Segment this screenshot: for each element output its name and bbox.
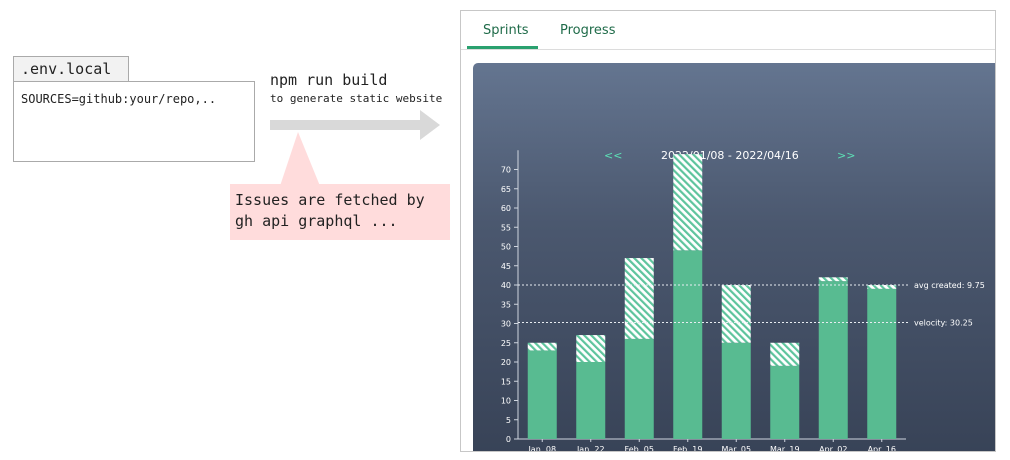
y-tick-label: 65	[501, 185, 511, 194]
x-tick-label: Feb. 19	[673, 445, 702, 452]
bar-remaining	[576, 335, 606, 362]
y-tick-label: 5	[506, 416, 511, 425]
x-tick-label: Jan. 08	[527, 445, 556, 452]
y-tick-label: 70	[501, 166, 511, 175]
x-tick-label: Apr. 02	[819, 445, 847, 452]
build-description: to generate static website	[270, 92, 443, 105]
sprint-bar-chart: 0 5 10 15 20 25 30 35 40 45 50 55 60 65 70 Jan. 08 Jan. …	[501, 150, 985, 452]
tab-progress[interactable]: Progress	[560, 23, 615, 38]
bar-remaining	[721, 285, 751, 343]
y-tick-label: 40	[501, 281, 511, 290]
bar-completed	[721, 342, 751, 439]
active-tab-indicator	[467, 46, 538, 49]
env-file-content: SOURCES=github:your/repo,..	[13, 81, 255, 162]
x-tick-label: Mar. 05	[721, 445, 751, 452]
y-tick-label: 15	[501, 377, 511, 386]
fetch-note-line2: gh api graphql ...	[235, 212, 398, 230]
y-tick-label: 50	[501, 243, 511, 252]
fetch-note: Issues are fetched by gh api graphql ...	[230, 184, 450, 240]
bar-completed	[527, 350, 557, 439]
fetch-note-line1: Issues are fetched by	[235, 191, 425, 209]
bar-remaining	[624, 258, 654, 339]
y-tick-label: 10	[501, 397, 511, 406]
build-command: npm run build	[270, 71, 388, 89]
bar-completed	[818, 281, 848, 439]
y-tick-label: 35	[501, 300, 511, 309]
bar-completed	[867, 288, 897, 439]
y-tick-label: 55	[501, 223, 511, 232]
bar-completed	[624, 338, 654, 439]
y-tick-label: 45	[501, 262, 511, 271]
bar-remaining	[770, 342, 800, 366]
y-tick-label: 25	[501, 339, 511, 348]
bar-completed	[576, 362, 606, 439]
x-tick-label: Apr. 16	[868, 445, 896, 452]
bar-completed	[770, 365, 800, 439]
reference-label: velocity: 30.25	[914, 319, 973, 328]
tab-sprints[interactable]: Sprints	[483, 23, 529, 38]
x-tick-label: Mar. 19	[770, 445, 800, 452]
note-pointer	[280, 132, 320, 186]
sprint-chart-panel: << 2022/01/08 - 2022/04/16 >> 0 5 10 15 20 25…	[473, 63, 995, 452]
bar-completed	[673, 250, 703, 439]
env-file-tab: .env.local	[13, 56, 129, 81]
bar-remaining	[818, 277, 848, 282]
bar-remaining	[527, 342, 557, 351]
y-tick-label: 30	[501, 320, 511, 329]
x-tick-label: Jan. 22	[576, 445, 605, 452]
y-tick-label: 60	[501, 204, 511, 213]
y-tick-label: 20	[501, 358, 511, 367]
tab-bar: Sprints Progress	[461, 11, 995, 50]
bar-remaining	[673, 154, 703, 251]
reference-label: avg created: 9.75	[914, 281, 985, 290]
bar-remaining	[867, 285, 897, 289]
app-window: Sprints Progress << 2022/01/08 - 2022/04…	[460, 10, 996, 452]
y-tick-label: 0	[506, 435, 511, 444]
x-tick-label: Feb. 05	[625, 445, 654, 452]
